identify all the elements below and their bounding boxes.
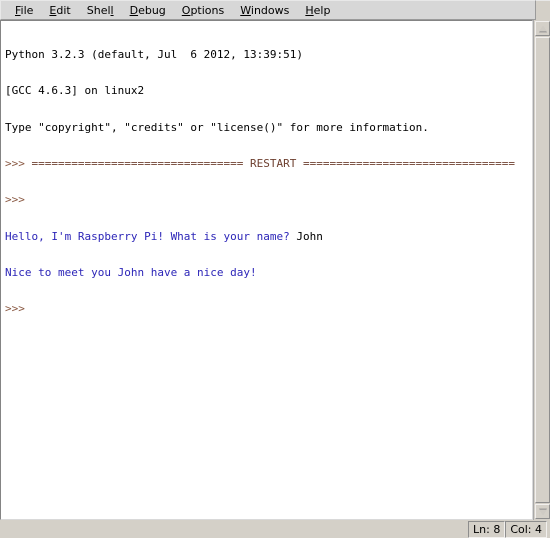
- console-line-banner2: [GCC 4.6.3] on linux2: [5, 84, 145, 98]
- scrollbar-trough[interactable]: [535, 37, 550, 503]
- menu-item-file[interactable]: File: [7, 2, 41, 19]
- menu-item-debug[interactable]: Debug: [122, 2, 174, 19]
- console-line-banner1: Python 3.2.3 (default, Jul 6 2012, 13:39…: [5, 48, 304, 62]
- idle-python-shell-window: File Edit Shell Debug Options Windows He…: [0, 0, 550, 538]
- user-input-name: John: [296, 229, 323, 243]
- menu-item-shell[interactable]: Shell: [79, 2, 122, 19]
- menu-shell-mnemonic: l: [110, 3, 114, 17]
- menu-bar-filler: [536, 0, 550, 20]
- console-line-restart: >>> ================================ RES…: [5, 157, 532, 171]
- menu-item-windows[interactable]: Windows: [232, 2, 297, 19]
- console-line-prompt2: >>>: [5, 303, 532, 315]
- console-line-ask: Hello, I'm Raspberry Pi! What is your na…: [5, 229, 532, 243]
- prompt-marker: >>>: [5, 157, 32, 171]
- menu-file-mnemonic: F: [15, 3, 21, 17]
- menu-bar: File Edit Shell Debug Options Windows He…: [0, 0, 536, 20]
- status-column-number: Col: 4: [505, 520, 547, 538]
- menu-edit-mnemonic: E: [49, 3, 57, 17]
- scrollbar-thumb[interactable]: [535, 37, 550, 503]
- console-line-reply: Nice to meet you John have a nice day!: [5, 265, 257, 279]
- status-bar: Ln: 8 Col: 4: [0, 520, 550, 538]
- scroll-down-button[interactable]: [535, 504, 550, 519]
- prompt-marker: >>>: [5, 193, 32, 207]
- console-line-banner3: Type "copyright", "credits" or "license(…: [5, 120, 429, 134]
- menu-options-mnemonic: O: [181, 3, 191, 17]
- console-line-prompt1: >>>: [5, 194, 532, 206]
- status-line-number: Ln: 8: [468, 520, 506, 538]
- prompt-marker: >>>: [5, 302, 32, 316]
- program-question-text: Hello, I'm Raspberry Pi! What is your na…: [5, 229, 297, 243]
- triangle-up-icon: [538, 24, 547, 31]
- menu-windows-mnemonic: W: [240, 3, 251, 17]
- menu-item-edit[interactable]: Edit: [41, 2, 78, 19]
- vertical-scrollbar[interactable]: [533, 20, 550, 520]
- shell-text-area[interactable]: Python 3.2.3 (default, Jul 6 2012, 13:39…: [0, 20, 533, 520]
- menu-item-help[interactable]: Help: [297, 2, 338, 19]
- menu-debug-mnemonic: D: [129, 3, 139, 17]
- scroll-up-button[interactable]: [535, 21, 550, 36]
- menu-item-options[interactable]: Options: [174, 2, 232, 19]
- menu-help-mnemonic: H: [305, 3, 314, 17]
- triangle-down-icon: [538, 509, 547, 516]
- restart-separator: ================================ RESTART…: [31, 157, 515, 171]
- shell-output: Python 3.2.3 (default, Jul 6 2012, 13:39…: [1, 21, 532, 339]
